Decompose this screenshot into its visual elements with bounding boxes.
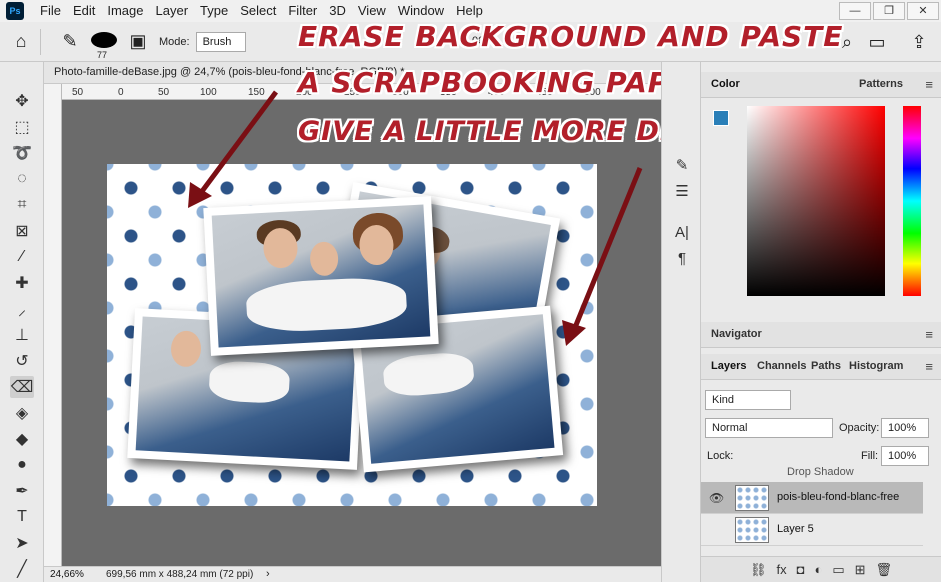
fill-input[interactable]: 100% — [881, 446, 929, 466]
navigator-panel-header: Navigator ≡ — [701, 322, 941, 348]
fx-icon[interactable]: fx — [776, 562, 786, 577]
mask-icon[interactable]: ◘ — [797, 562, 805, 577]
layer-filter-select[interactable]: Kind — [705, 390, 791, 410]
hue-slider[interactable] — [903, 106, 921, 296]
lock-label: Lock: — [707, 450, 734, 462]
trash-icon[interactable]: 🗑 — [876, 562, 893, 578]
link-icon[interactable]: ⛓ — [750, 562, 767, 578]
tab-paths[interactable]: Paths — [811, 360, 841, 372]
layers-panel-header: Layers Channels Paths Histogram ≡ — [701, 354, 941, 380]
adjustment-icon[interactable]: ◐ — [814, 562, 822, 577]
adjustments-panel-icon[interactable]: ☰ — [671, 182, 693, 202]
annotation-line-1: ERASE BACKGROUND AND PASTE — [298, 20, 844, 53]
opacity-label: Opacity: — [839, 422, 880, 434]
group-icon[interactable]: ▭ — [832, 562, 844, 578]
zoom-level[interactable]: 24,66% — [50, 569, 84, 580]
layer-row[interactable]: 👁 pois-bleu-fond-blanc-free — [701, 482, 923, 514]
tab-navigator[interactable]: Navigator — [711, 328, 762, 340]
panel-menu-icon[interactable]: ≡ — [925, 359, 933, 374]
arrow-line — [571, 167, 643, 331]
color-picker-field[interactable] — [747, 106, 885, 296]
brush-settings-panel-icon[interactable]: ✎ — [671, 156, 693, 176]
fill-label: Fill: — [861, 450, 879, 462]
panel-menu-icon[interactable]: ≡ — [925, 77, 933, 92]
panel-menu-icon[interactable]: ≡ — [925, 327, 933, 342]
tab-channels[interactable]: Channels — [757, 360, 807, 372]
foreground-color-swatch[interactable] — [713, 110, 729, 126]
document-dimensions: 699,56 mm x 488,24 mm (72 ppi) — [106, 569, 254, 580]
new-layer-icon[interactable]: ⊞ — [855, 562, 866, 578]
blend-mode-select[interactable]: Normal — [705, 418, 833, 438]
tab-layers[interactable]: Layers — [711, 360, 746, 372]
status-bar: 24,66% 699,56 mm x 488,24 mm (72 ppi) › — [44, 566, 661, 582]
opacity-input[interactable]: 100% — [881, 418, 929, 438]
status-menu-arrow[interactable]: › — [266, 568, 270, 580]
tab-histogram[interactable]: Histogram — [849, 360, 903, 372]
visibility-toggle[interactable] — [709, 523, 725, 537]
arrow-line — [197, 90, 279, 196]
color-panel-header: Color Patterns ≡ — [701, 72, 941, 98]
layers-panel-footer: ⛓ fx ◘ ◐ ▭ ⊞ 🗑 — [701, 556, 941, 582]
layer-name: Layer 5 — [777, 523, 814, 535]
layer-row[interactable]: Layer 5 — [701, 514, 923, 546]
eye-icon[interactable]: 👁 — [709, 491, 725, 505]
tab-patterns[interactable]: Patterns — [859, 78, 903, 90]
layer-name: pois-bleu-fond-blanc-free — [777, 491, 900, 503]
right-panel: Color Patterns ≡ Navigator ≡ Layers Chan… — [701, 62, 941, 582]
character-panel-icon[interactable]: A| — [671, 224, 693, 244]
layer-thumbnail — [735, 517, 769, 543]
effect-drop-shadow[interactable]: Drop Shadow — [787, 466, 854, 478]
tab-color[interactable]: Color — [711, 78, 740, 90]
paragraph-panel-icon[interactable]: ¶ — [671, 250, 693, 270]
layer-thumbnail — [735, 485, 769, 511]
panel-dock-icons: ✎ ☰ A| ¶ — [661, 62, 701, 582]
